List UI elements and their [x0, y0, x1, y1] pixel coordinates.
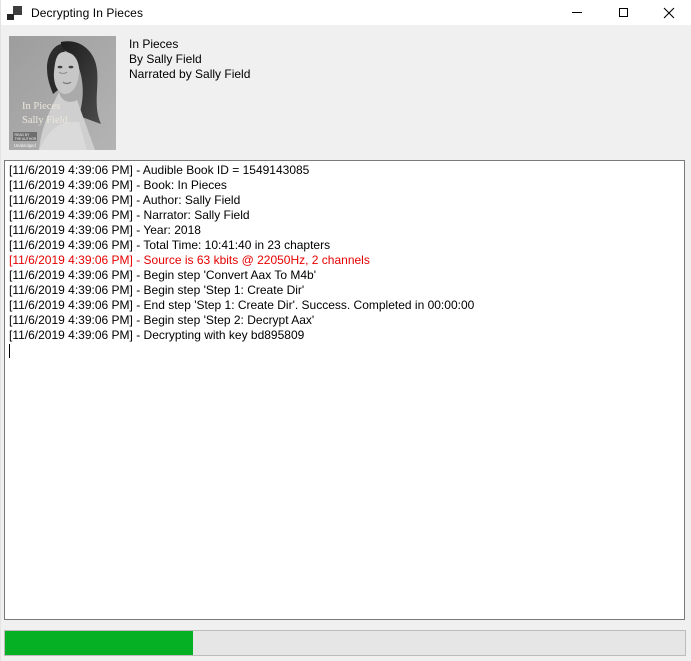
book-info: In Pieces By Sally Field Narrated by Sal…: [129, 37, 250, 82]
title-bar[interactable]: Decrypting In Pieces: [1, 0, 691, 25]
log-line: [11/6/2019 4:39:06 PM] - Total Time: 10:…: [9, 238, 682, 253]
log-line: [11/6/2019 4:39:06 PM] - Author: Sally F…: [9, 193, 682, 208]
minimize-icon: [572, 12, 582, 13]
log-line: [11/6/2019 4:39:06 PM] - Begin step 'Ste…: [9, 283, 682, 298]
decrypt-window: Decrypting In Pieces: [0, 0, 691, 661]
log-line: [11/6/2019 4:39:06 PM] - Year: 2018: [9, 223, 682, 238]
cover-readby-2: THE AUTHOR: [15, 137, 37, 141]
progress-bar: [4, 630, 686, 656]
window-title: Decrypting In Pieces: [31, 6, 143, 20]
cover-author: Sally Field: [22, 115, 69, 126]
log-line: [11/6/2019 4:39:06 PM] - End step 'Step …: [9, 298, 682, 313]
progress-fill: [5, 631, 193, 655]
log-textbox[interactable]: [11/6/2019 4:39:06 PM] - Audible Book ID…: [4, 160, 685, 620]
log-line: [11/6/2019 4:39:06 PM] - Narrator: Sally…: [9, 208, 682, 223]
log-line: [11/6/2019 4:39:06 PM] - Audible Book ID…: [9, 163, 682, 178]
minimize-button[interactable]: [554, 0, 600, 25]
cover-edition: Unabridged: [14, 143, 36, 148]
log-line: [11/6/2019 4:39:06 PM] - Begin step 'Ste…: [9, 313, 682, 328]
log-line: [11/6/2019 4:39:06 PM] - Source is 63 kb…: [9, 253, 682, 268]
book-cover-image: In Pieces Sally Field READ BY THE AUTHOR…: [9, 36, 116, 150]
app-icon: [7, 5, 23, 21]
log-line: [11/6/2019 4:39:06 PM] - Decrypting with…: [9, 328, 682, 343]
close-icon: [663, 7, 675, 19]
close-button[interactable]: [646, 0, 691, 25]
cover-title: In Pieces: [22, 101, 60, 112]
maximize-button[interactable]: [600, 0, 646, 25]
book-narrator: Narrated by Sally Field: [129, 67, 250, 82]
caption-buttons: [554, 0, 691, 25]
log-line: [11/6/2019 4:39:06 PM] - Book: In Pieces: [9, 178, 682, 193]
maximize-icon: [619, 8, 628, 17]
log-line: [11/6/2019 4:39:06 PM] - Begin step 'Con…: [9, 268, 682, 283]
text-caret: [9, 343, 682, 358]
book-title: In Pieces: [129, 37, 250, 52]
book-author: By Sally Field: [129, 52, 250, 67]
